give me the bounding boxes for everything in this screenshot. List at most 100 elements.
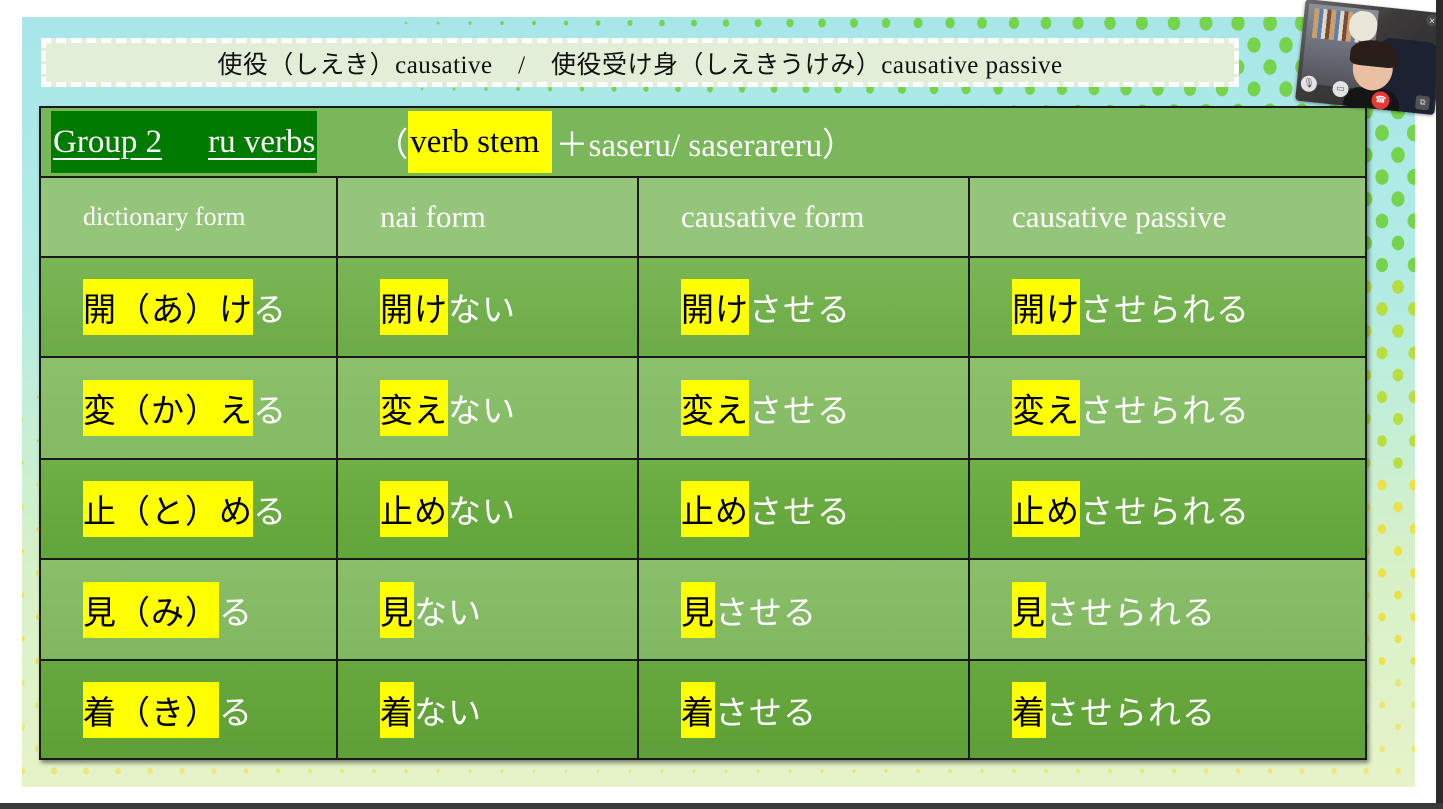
background-dot — [82, 767, 90, 775]
verb-stem-highlight: 着（き） — [83, 681, 219, 738]
background-dot — [1411, 745, 1415, 753]
background-dot — [1392, 368, 1404, 382]
background-dot — [1377, 523, 1387, 535]
background-dot — [243, 768, 249, 774]
formula-verb-stem: verb stem — [408, 111, 552, 173]
background-dot — [275, 768, 281, 774]
background-dot — [484, 87, 488, 91]
background-dot — [1008, 17, 1020, 30]
background-dot — [916, 768, 920, 774]
column-header-nai: nai form — [338, 178, 639, 258]
background-dot — [724, 769, 728, 773]
background-dot — [1378, 701, 1386, 709]
background-dot — [1107, 768, 1113, 774]
background-dot — [1375, 124, 1389, 142]
table-cell-causative-form: 開け させる — [639, 258, 970, 358]
verb-stem-highlight: 着 — [1012, 681, 1046, 738]
formula-suffix: ＋saseru/ saserareru） — [555, 128, 856, 164]
background-dot — [1331, 767, 1337, 775]
verb-ending: させる — [749, 492, 851, 531]
verb-stem-highlight: 見 — [1012, 581, 1046, 638]
background-dot — [1375, 257, 1389, 273]
verb-stem-highlight: 見（み） — [83, 581, 219, 638]
background-dot — [179, 767, 185, 775]
background-dot — [548, 86, 552, 92]
conjugation-table: Group 2 ru verbs （ verb stem ＋saseru/ sas… — [39, 106, 1367, 760]
background-dot — [1392, 324, 1404, 338]
background-dot — [564, 769, 568, 773]
background-dot — [532, 20, 536, 26]
background-dot — [1408, 302, 1415, 316]
background-dot — [692, 769, 696, 773]
background-dot — [1407, 257, 1415, 273]
verb-stem-highlight: 見 — [380, 581, 414, 638]
table-cell-dictionary-form: 止（と）める — [41, 460, 338, 560]
verb-ending: ない — [448, 391, 516, 430]
verb-ending: させられる — [1046, 592, 1216, 632]
table-cell-nai-form: 開け ない — [338, 258, 639, 358]
background-dot — [1279, 81, 1293, 97]
table-cell-nai-form: 見ない — [338, 560, 639, 661]
background-dot — [1378, 568, 1386, 578]
verb-stem-highlight: 止（と）め — [83, 481, 253, 537]
background-dot — [627, 19, 633, 27]
background-dot — [22, 679, 25, 687]
verb-ending: ない — [414, 692, 482, 732]
background-dot — [1376, 346, 1388, 360]
verb-ending: させられる — [1080, 290, 1250, 329]
table-cell-causative-passive-form: 変え させられる — [970, 358, 1365, 460]
background-dot — [1279, 36, 1293, 54]
background-dot — [596, 769, 600, 773]
background-dot — [852, 768, 856, 774]
verb-ending: ない — [448, 290, 516, 329]
background-dot — [1375, 169, 1389, 185]
background-dot — [1299, 768, 1305, 774]
video-call-overlay[interactable]: 🎙 ▭ ☎ × ⧉ — [1295, 0, 1443, 116]
background-dot — [1392, 413, 1404, 425]
verb-stem-highlight: 止め — [681, 481, 749, 537]
background-dot — [115, 767, 121, 775]
group-label: Group 2 ru verbs — [51, 111, 318, 173]
background-dot — [211, 768, 217, 774]
background-dot — [722, 19, 730, 27]
column-header-dictionary: dictionary form — [41, 178, 338, 258]
background-dot — [468, 21, 472, 25]
background-dot — [756, 769, 760, 773]
background-dot — [1267, 768, 1273, 774]
microphone-icon[interactable]: 🎙 — [1300, 74, 1318, 93]
background-dot — [1263, 59, 1277, 75]
background-dot — [500, 769, 504, 773]
group-number: Group 2 — [53, 123, 163, 160]
table-grid: dictionary form nai form causative form … — [41, 178, 1365, 758]
background-dot — [1072, 17, 1084, 30]
background-dot — [977, 17, 987, 29]
background-dot — [1394, 679, 1402, 687]
verb-ending: させられる — [1080, 492, 1250, 531]
background-dot — [1231, 17, 1245, 31]
table-cell-causative-passive-form: 止め させられる — [970, 460, 1365, 560]
background-dot — [1408, 390, 1415, 404]
background-dot — [1375, 213, 1389, 229]
verb-stem-highlight: 見 — [681, 581, 715, 638]
background-dot — [404, 768, 408, 774]
background-dot — [1408, 346, 1415, 360]
background-dot — [1377, 479, 1387, 491]
background-dot — [1136, 17, 1148, 31]
verb-stem-highlight: 止め — [380, 481, 448, 537]
background-dot — [881, 17, 891, 29]
popout-icon[interactable]: ⧉ — [1414, 95, 1431, 111]
background-dot — [1393, 546, 1403, 556]
background-dot — [22, 417, 24, 421]
background-dot — [1406, 124, 1415, 142]
table-cell-causative-passive-form: 着させられる — [970, 661, 1365, 758]
background-dot — [1409, 523, 1415, 535]
verb-ending: ない — [414, 592, 482, 632]
verb-stem-highlight: 変え — [681, 380, 749, 436]
background-dot — [468, 769, 472, 773]
background-dot — [1409, 568, 1415, 578]
table-cell-causative-form: 見させる — [639, 560, 970, 661]
verb-ending: る — [253, 492, 287, 531]
background-dot — [1379, 745, 1385, 753]
background-dot — [1075, 768, 1081, 774]
background-dot — [1235, 768, 1241, 774]
